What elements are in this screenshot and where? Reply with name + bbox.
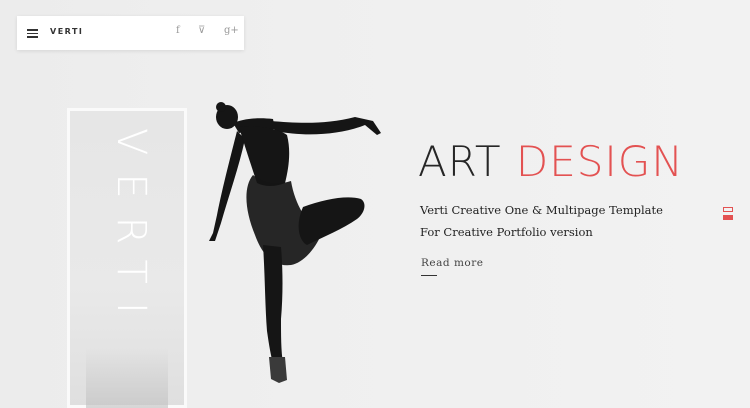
hero-title: ART DESIGN (418, 138, 684, 186)
read-more-link[interactable]: Read more (421, 257, 483, 269)
hero-title-art: ART (418, 137, 502, 186)
foursquare-icon[interactable]: ⊽ (198, 25, 205, 36)
brand-logo-text[interactable]: VERTI (50, 27, 83, 36)
facebook-icon[interactable]: f (176, 25, 180, 36)
google-plus-icon[interactable]: g+ (224, 25, 239, 36)
hero-title-design: DESIGN (515, 137, 684, 186)
slider-dot-2[interactable] (723, 215, 733, 220)
slider-dots (723, 207, 733, 223)
read-more-underline (421, 275, 437, 276)
hamburger-menu-icon[interactable] (27, 29, 38, 38)
slider-dot-1[interactable] (723, 207, 733, 212)
hero-subtitle-line-2: For Creative Portfolio version (420, 225, 593, 239)
vertical-wordmark: VERTI (108, 128, 154, 332)
ballerina-image (209, 102, 381, 383)
hero-subtitle-line-1: Verti Creative One & Multipage Template (420, 203, 663, 217)
top-nav-bar: VERTI f ⊽ g+ (17, 16, 244, 50)
hero-subtitle: Verti Creative One & Multipage Template … (420, 199, 720, 243)
frame-glow (86, 348, 168, 408)
